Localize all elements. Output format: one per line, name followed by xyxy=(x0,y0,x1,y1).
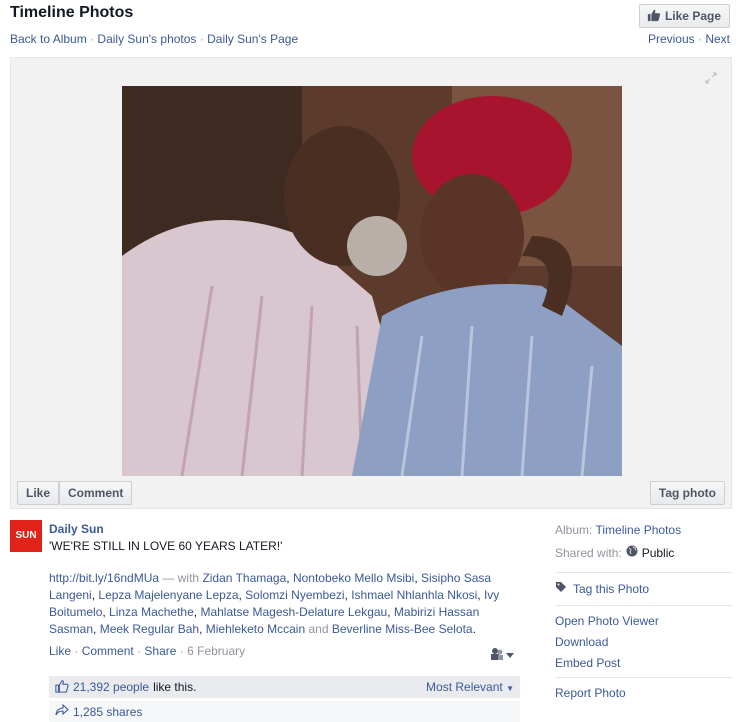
like-page-button[interactable]: Like Page xyxy=(638,4,730,28)
back-to-album-link[interactable]: Back to Album xyxy=(10,32,87,46)
like-page-label: Like Page xyxy=(664,9,721,23)
author-link[interactable]: Daily Sun xyxy=(49,522,104,536)
shares-count-link[interactable]: 1,285 shares xyxy=(73,705,142,719)
page-title: Timeline Photos xyxy=(10,4,134,21)
tagged-person[interactable]: Meek Regular Bah xyxy=(100,622,199,636)
tagged-person[interactable]: Solomzi Nyembezi xyxy=(245,588,344,602)
post-share-link[interactable]: Share xyxy=(144,644,176,658)
tagged-person[interactable]: Nontobeko Mello Msibi xyxy=(293,571,414,585)
pager: Previous · Next xyxy=(648,32,730,46)
next-link[interactable]: Next xyxy=(705,32,730,46)
header: Timeline Photos Like Page xyxy=(10,4,730,28)
globe-icon xyxy=(626,545,638,560)
divider xyxy=(555,572,733,573)
chevron-down-icon xyxy=(506,648,514,662)
likes-count-link[interactable]: 21,392 people xyxy=(73,680,149,694)
thumbs-up-icon xyxy=(55,679,69,696)
logo-text: SUN xyxy=(15,530,37,541)
sort-label: Most Relevant xyxy=(426,680,503,694)
tag-photo-button[interactable]: Tag photo xyxy=(649,481,725,505)
and-label: and xyxy=(308,622,329,636)
expand-icon[interactable] xyxy=(705,72,717,84)
photo[interactable] xyxy=(122,86,622,476)
report-photo-link[interactable]: Report Photo xyxy=(555,686,626,700)
divider xyxy=(555,605,733,606)
open-photo-viewer-link[interactable]: Open Photo Viewer xyxy=(555,614,659,628)
post-date[interactable]: 6 February xyxy=(187,644,245,658)
thumbs-up-icon xyxy=(647,8,661,25)
shared-with-row: Shared with: Public xyxy=(555,545,674,560)
post-body: http://bit.ly/16ndMUa — with Zidan Thama… xyxy=(49,571,500,636)
post-like-link[interactable]: Like xyxy=(49,644,71,658)
album-link[interactable]: Timeline Photos xyxy=(595,523,681,537)
tagged-person[interactable]: Miehleketo Mccain xyxy=(206,622,305,636)
likes-bar: 21,392 people like this. Most Relevant ▼ xyxy=(49,676,520,698)
download-link[interactable]: Download xyxy=(555,635,608,649)
photo-stage: Like Comment Tag photo xyxy=(10,57,732,509)
with-label: — with xyxy=(162,571,200,585)
sort-dropdown[interactable]: Most Relevant ▼ xyxy=(426,680,514,694)
chevron-down-icon: ▼ xyxy=(506,684,514,693)
likes-suffix: like this. xyxy=(153,680,197,694)
separator: · xyxy=(199,32,208,46)
album-label: Album: xyxy=(555,523,593,537)
tagged-person[interactable]: Lepza Majelenyane Lepza xyxy=(98,588,238,602)
shares-bar: 1,285 shares xyxy=(49,701,520,722)
embed-post-link[interactable]: Embed Post xyxy=(555,656,620,670)
tag-this-photo-row[interactable]: Tag this Photo xyxy=(555,581,649,596)
tag-icon xyxy=(555,581,567,596)
comment-button[interactable]: Comment xyxy=(59,481,133,505)
album-row: Album: Timeline Photos xyxy=(555,523,681,537)
page-link[interactable]: Daily Sun's Page xyxy=(207,32,298,46)
shared-with-value: Public xyxy=(641,545,675,560)
divider xyxy=(555,677,733,678)
tagged-person[interactable]: Zidan Thamaga xyxy=(202,571,286,585)
photos-link[interactable]: Daily Sun's photos xyxy=(97,32,196,46)
share-icon xyxy=(55,703,69,719)
audience-selector[interactable] xyxy=(490,647,514,663)
tagged-person[interactable]: Beverline Miss-Bee Selota xyxy=(332,622,473,636)
post-actions: Like · Comment · Share · 6 February xyxy=(49,644,245,658)
post-comment-link[interactable]: Comment xyxy=(82,644,134,658)
tagged-person[interactable]: Mahlatse Magesh-Delature Lekgau xyxy=(200,605,387,619)
daily-sun-logo[interactable]: SUN xyxy=(10,520,42,552)
previous-link[interactable]: Previous xyxy=(648,32,695,46)
friends-icon xyxy=(490,647,504,664)
separator: · xyxy=(74,644,82,658)
tag-this-photo-link[interactable]: Tag this Photo xyxy=(573,582,649,596)
post-link[interactable]: http://bit.ly/16ndMUa xyxy=(49,571,159,585)
tagged-person[interactable]: Ishmael Nhlanhla Nkosi xyxy=(351,588,477,602)
shared-with-label: Shared with: xyxy=(555,545,622,560)
tagged-person[interactable]: Linza Machethe xyxy=(109,605,194,619)
post-caption: 'WE'RE STILL IN LOVE 60 YEARS LATER!' xyxy=(49,539,283,553)
like-button[interactable]: Like xyxy=(17,481,60,505)
breadcrumb: Back to Album · Daily Sun's photos · Dai… xyxy=(10,32,298,46)
